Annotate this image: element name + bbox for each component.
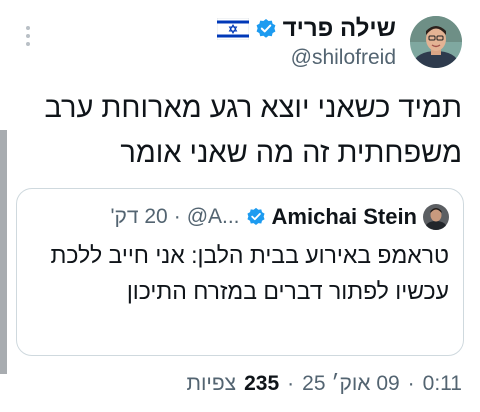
- quoted-handle: @A...: [186, 205, 240, 228]
- tweet-footer: 0:11 · 09 אוק׳ 25 · 235 צפיות: [186, 370, 462, 398]
- more-vertical-icon: [26, 26, 30, 30]
- footer-separator: ·: [407, 372, 415, 395]
- tweet-date[interactable]: 09 אוק׳ 25: [302, 372, 400, 396]
- tweet-header: שילה פריד @shilofreid: [216, 10, 462, 74]
- quoted-tweet-header: Amichai Stein @A... · 20 דק': [110, 203, 449, 231]
- verified-badge-icon: [256, 19, 276, 38]
- quoted-tweet[interactable]: Amichai Stein @A... · 20 דק' טראמפ באירו…: [16, 188, 464, 356]
- avatar[interactable]: [410, 16, 462, 68]
- author-handle[interactable]: @shilofreid: [291, 46, 396, 70]
- verified-badge-icon: [246, 207, 265, 225]
- author-names: שילה פריד @shilofreid: [216, 14, 396, 70]
- quoted-display-name: Amichai Stein: [271, 204, 417, 229]
- views-label: צפיות: [186, 372, 237, 395]
- quoted-avatar: [423, 204, 449, 230]
- views-count[interactable]: 235: [244, 372, 279, 396]
- israel-flag-icon: [216, 18, 249, 40]
- scroll-indicator: [0, 130, 7, 374]
- quoted-tweet-text: טראמפ באירוע בבית הלבן: אני חייב ללכת עכ…: [50, 242, 449, 304]
- more-options-button[interactable]: [18, 20, 38, 52]
- tweet-time[interactable]: 0:11: [423, 372, 462, 396]
- quoted-time: 20 דק': [110, 205, 168, 228]
- quoted-separator: ·: [173, 205, 181, 228]
- footer-separator: ·: [287, 372, 295, 395]
- tweet-text: תמיד כשאני יוצא רגע מארוחת ערב משפחתית ז…: [44, 92, 462, 169]
- author-display-name[interactable]: שילה פריד: [283, 15, 396, 43]
